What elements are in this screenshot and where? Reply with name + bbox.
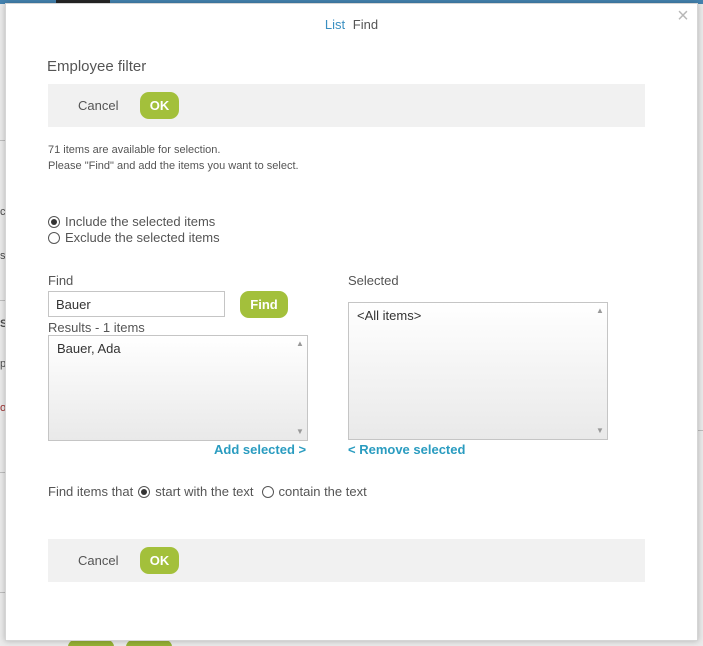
- selected-listbox[interactable]: <All items> ▲ ▼: [348, 302, 608, 440]
- selected-scrollbar[interactable]: ▲ ▼: [593, 303, 607, 439]
- find-label: Find: [48, 273, 74, 288]
- include-radio[interactable]: [48, 215, 60, 228]
- bottom-action-bar: Cancel OK: [48, 539, 645, 582]
- dialog-title: Employee filter: [47, 58, 147, 75]
- availability-info: 71 items are available for selection. Pl…: [48, 142, 299, 174]
- info-instruction-text: Please "Find" and add the items you want…: [48, 160, 299, 172]
- add-selected-link[interactable]: Add selected >: [214, 442, 306, 457]
- ok-button[interactable]: OK: [140, 92, 179, 119]
- cancel-button[interactable]: Cancel: [78, 98, 118, 113]
- contain-radio[interactable]: [261, 485, 274, 498]
- start-with-radio[interactable]: [138, 485, 151, 498]
- include-option[interactable]: Include the selected items: [48, 214, 215, 229]
- info-count-text: 71 items are available for selection.: [48, 144, 221, 156]
- find-button[interactable]: Find: [240, 291, 288, 318]
- match-mode-label: Find items that: [48, 484, 134, 499]
- exclude-label: Exclude the selected items: [65, 230, 220, 245]
- include-label: Include the selected items: [65, 214, 216, 229]
- list-view-link[interactable]: List: [325, 17, 345, 32]
- remove-selected-link[interactable]: < Remove selected: [348, 442, 465, 457]
- list-item[interactable]: <All items>: [349, 303, 607, 328]
- scroll-up-icon[interactable]: ▲: [293, 338, 307, 350]
- match-mode-row: Find items that start with the text cont…: [48, 484, 367, 499]
- exclude-radio[interactable]: [48, 231, 60, 244]
- results-scrollbar[interactable]: ▲ ▼: [293, 336, 307, 440]
- find-view-label: Find: [352, 17, 379, 32]
- find-input[interactable]: [48, 291, 225, 317]
- selected-label: Selected: [348, 273, 399, 288]
- top-action-bar: Cancel OK: [48, 84, 645, 127]
- results-listbox[interactable]: Bauer, Ada ▲ ▼: [48, 335, 308, 441]
- ok-button[interactable]: OK: [140, 547, 179, 574]
- view-switch: List Find: [6, 17, 697, 32]
- cancel-button[interactable]: Cancel: [78, 553, 118, 568]
- list-item[interactable]: Bauer, Ada: [49, 336, 307, 361]
- employee-filter-dialog: × List Find Employee filter Cancel OK 71…: [5, 3, 698, 641]
- contain-label[interactable]: contain the text: [279, 484, 367, 499]
- scroll-down-icon[interactable]: ▼: [593, 425, 607, 437]
- exclude-option[interactable]: Exclude the selected items: [48, 230, 220, 245]
- scroll-down-icon[interactable]: ▼: [293, 426, 307, 438]
- scroll-up-icon[interactable]: ▲: [593, 305, 607, 317]
- start-with-label[interactable]: start with the text: [155, 484, 253, 499]
- results-label: Results - 1 items: [48, 320, 145, 335]
